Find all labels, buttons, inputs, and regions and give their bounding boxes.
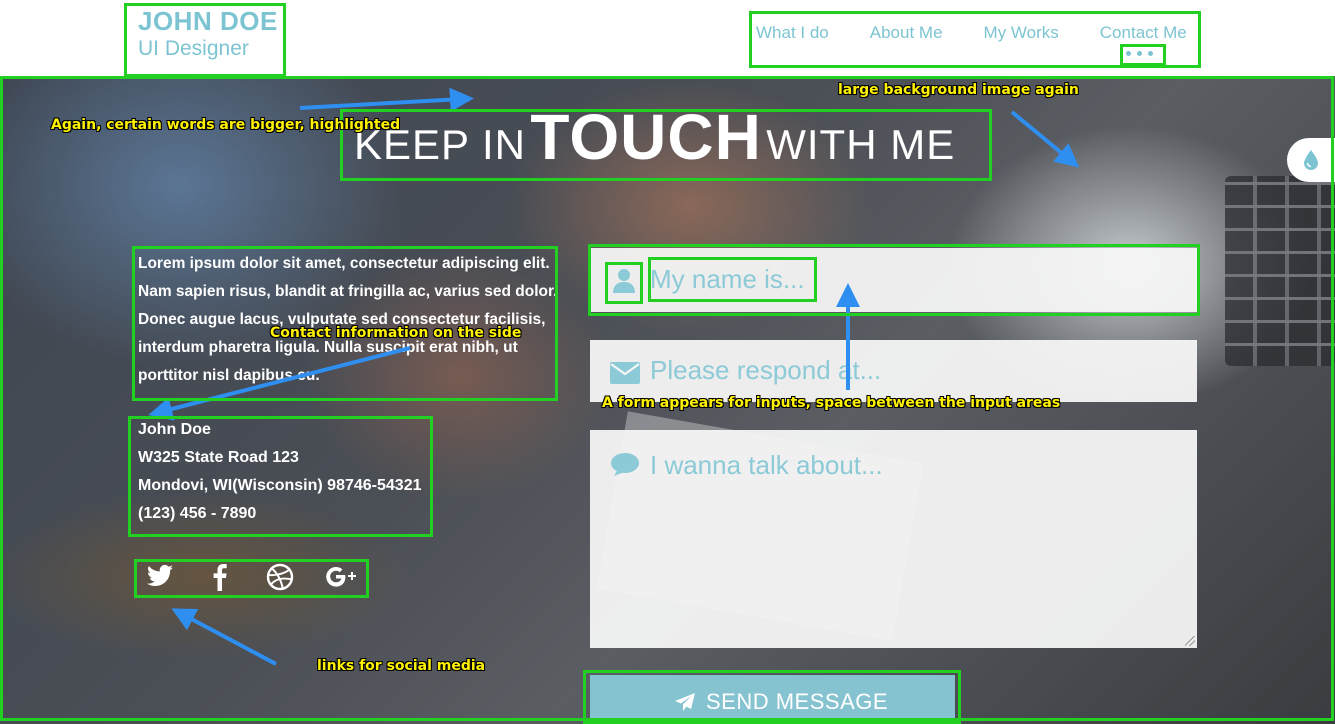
annotation-contact: Contact information on the side (270, 325, 522, 341)
annotation-box-title (340, 109, 992, 181)
annotation-highlight: Again, certain words are bigger, highlig… (51, 117, 401, 133)
annotation-box-social (134, 559, 369, 598)
annotation-box-dots (1120, 44, 1166, 66)
annotation-box-name-placeholder (648, 257, 817, 302)
annotation-form: A form appears for inputs, space between… (602, 395, 1061, 411)
annotation-box-intro (132, 246, 558, 401)
annotation-box-send (583, 670, 961, 724)
annotation-box-address (128, 416, 433, 537)
annotation-box-user-icon (605, 262, 643, 304)
annotation-background: large background image again (838, 82, 1079, 98)
page: JOHN DOE UI Designer What I do About Me … (0, 0, 1335, 724)
annotation-box-brand (124, 3, 286, 77)
annotation-social: links for social media (317, 658, 486, 674)
